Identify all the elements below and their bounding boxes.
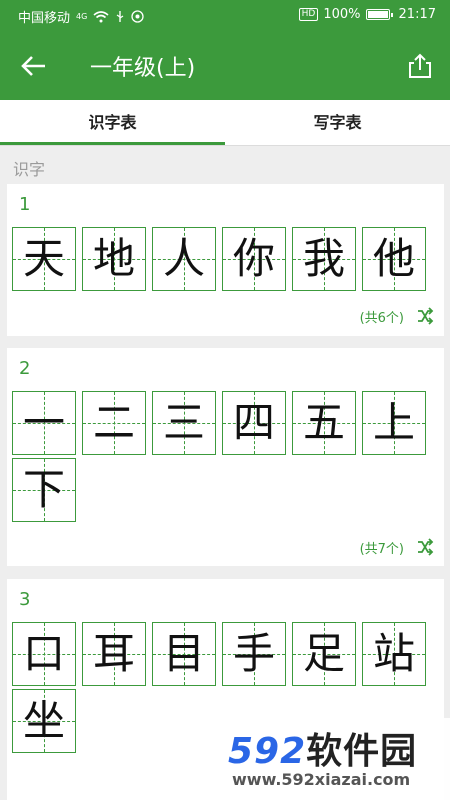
lesson-card: 2 一 二 三 四 五 上 下 (共7个) [7,348,444,566]
watermark-brand-text: 软件园 [306,731,418,772]
status-bar: 中国移动 4G HD 100% 21:17 [0,0,450,30]
char-cell[interactable]: 天 [12,227,76,291]
hd-badge: HD [298,8,319,21]
char-cell[interactable]: 三 [152,391,216,455]
page-title: 一年级(上) [90,56,196,81]
char-cell[interactable]: 二 [82,391,146,455]
shuffle-icon[interactable] [416,307,434,325]
battery-percent: 100% [323,7,361,22]
arrow-left-icon[interactable] [18,50,50,82]
char-cell[interactable]: 下 [12,458,76,522]
char: 手 [232,629,275,678]
char-cell[interactable]: 你 [222,227,286,291]
shuffle-icon[interactable] [416,538,434,556]
carrier-label: 中国移动 [18,11,71,26]
share-icon[interactable] [404,50,436,82]
char: 五 [302,398,345,447]
tab-bar: 识字表 写字表 [0,100,450,146]
active-tab-indicator [0,142,225,145]
lesson-number: 1 [19,194,31,215]
tab-recognize-chars[interactable]: 识字表 [0,100,225,146]
battery-icon [365,9,393,20]
char-cell[interactable]: 站 [362,622,426,686]
char-cell[interactable]: 一 [12,391,76,455]
char: 目 [162,629,205,678]
char: 足 [302,629,345,678]
char-cell[interactable]: 足 [292,622,356,686]
char: 站 [372,629,415,678]
char-cell[interactable]: 我 [292,227,356,291]
watermark-brand-number: 592 [228,731,307,772]
lesson-card: 1 天 地 人 你 我 他 (共6个) [7,184,444,336]
char: 口 [22,629,65,678]
char-cell[interactable]: 口 [12,622,76,686]
watermark-brand: 592软件园 [228,722,417,774]
char: 地 [92,234,135,283]
watermark-url: www.592xiazai.com [232,770,411,789]
lesson-number: 2 [19,358,31,379]
char-cell[interactable]: 人 [152,227,216,291]
char-cell[interactable]: 五 [292,391,356,455]
clock: 21:17 [398,7,436,22]
char-cell[interactable]: 上 [362,391,426,455]
watermark: 592软件园 www.592xiazai.com [222,718,450,800]
char-cell[interactable]: 手 [222,622,286,686]
network-type-label: 4G [76,12,88,21]
lesson-number: 3 [19,589,31,610]
app-bar: 一年级(上) [0,30,450,100]
wifi-icon [93,10,109,22]
notification-icon [131,10,144,23]
char: 天 [22,234,65,283]
char-cell[interactable]: 耳 [82,622,146,686]
char-count: (共7个) [359,542,404,557]
char: 下 [22,465,65,514]
char: 你 [232,234,275,283]
char-cell[interactable]: 他 [362,227,426,291]
usb-icon [116,11,124,22]
char: 一 [22,398,65,447]
char: 三 [162,398,205,447]
char: 耳 [92,629,135,678]
char-cell[interactable]: 坐 [12,689,76,753]
char-cell[interactable]: 目 [152,622,216,686]
tab-write-chars[interactable]: 写字表 [225,100,450,146]
section-label: 识字 [13,160,46,179]
char-cell[interactable]: 地 [82,227,146,291]
char: 他 [372,234,415,283]
char: 上 [372,398,415,447]
char-cell[interactable]: 四 [222,391,286,455]
char: 四 [232,398,275,447]
char: 二 [92,398,135,447]
char: 人 [162,234,205,283]
char: 我 [302,234,345,283]
char: 坐 [22,696,65,745]
char-count: (共6个) [359,311,404,326]
